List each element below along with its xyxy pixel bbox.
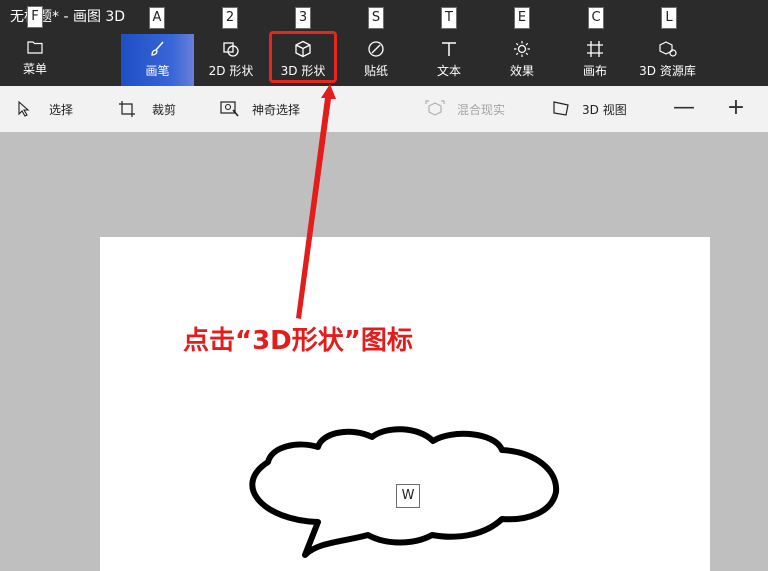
annotation-arrow: [296, 84, 336, 319]
annotation-overlay: [249, 84, 560, 558]
keytip-canvas-w: W: [396, 484, 420, 508]
